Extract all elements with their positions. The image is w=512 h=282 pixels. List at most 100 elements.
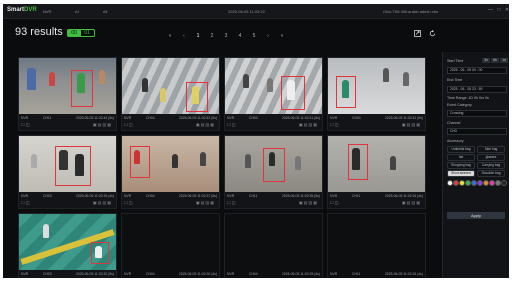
shortcut-1d[interactable]: 1d: [500, 58, 508, 63]
checkbox-icon[interactable]: ☐ ◫: [124, 200, 132, 205]
start-time-field[interactable]: 2025 - 06 - 05 00 : 00: [447, 67, 507, 74]
menu-all[interactable]: All: [103, 9, 107, 14]
tile-camera: CH04: [352, 116, 361, 120]
event-category-select[interactable]: Crossing: [447, 110, 507, 117]
accessory-shoulder-bag[interactable]: Shoulder bag: [477, 170, 505, 177]
menu-ai[interactable]: AI: [75, 9, 79, 14]
tile-actions[interactable]: ▣▤▥▦: [93, 200, 112, 205]
filter-panel: Start Time 3h 6h 1d 2025 - 06 - 05 00 : …: [442, 52, 509, 278]
tile-timestamp: 2025-06-05 11:02:44 (5s): [75, 116, 114, 120]
result-tile[interactable]: NVR CH11 2025-06-05 11:02:34 (4s) ☐ ◫ ▣▤▥▦: [327, 135, 426, 209]
tile-camera: CH11: [43, 116, 52, 120]
tile-channel: NVR: [21, 194, 29, 198]
shortcut-6h[interactable]: 6h: [491, 58, 499, 63]
checkbox-icon[interactable]: ☐ ◫: [330, 122, 338, 127]
result-tile[interactable]: NVR CH11 2025-06-05 11:02:44 (5s) ☐ ◫ ▣▤▥▦: [18, 57, 117, 131]
accessory-shopping-bag[interactable]: Shopping bag: [447, 162, 475, 169]
checkbox-icon[interactable]: ☐ ◫: [124, 122, 132, 127]
accessory-umbrella-bag[interactable]: Umbrella bag: [447, 146, 475, 153]
channel-label: Channel: [447, 121, 461, 125]
tile-timestamp: 2025-06-05 11:02:41 (6s): [281, 116, 320, 120]
result-tile[interactable]: NVRCH032025-06-05 11:02:32 (5s) ☐ ◫▣▤▥▦: [18, 213, 117, 278]
maximize-icon[interactable]: □: [497, 7, 500, 13]
top-bar: SmartDVR NVR AI All 2025-06-05 11:03:22 …: [3, 4, 509, 19]
snapshot-thumbnail: [19, 58, 116, 114]
checkbox-icon[interactable]: ☐ ◫: [21, 200, 29, 205]
result-tile[interactable]: NVR CH04 2025-06-05 11:02:41 (5s) ☐ ◫ ▣▤▥▦: [327, 57, 426, 131]
prev-page-button[interactable]: ‹: [177, 33, 191, 39]
tile-channel: NVR: [330, 272, 338, 276]
checkbox-icon[interactable]: ☐ ◫: [330, 200, 338, 205]
tile-timestamp: 2025-06-05 11:02:26 (4s): [384, 272, 423, 276]
tile-timestamp: 2025-06-05 11:02:35 (5s): [281, 194, 320, 198]
snapshot-thumbnail: [328, 136, 425, 192]
tile-channel: NVR: [21, 116, 29, 120]
tile-actions[interactable]: ▣▤▥▦: [402, 200, 421, 205]
tile-camera: CH03: [43, 194, 52, 198]
snapshot-thumbnail: [225, 136, 322, 192]
page-2-button[interactable]: 2: [205, 33, 219, 39]
result-tile[interactable]: NVR CH04 2025-06-05 11:02:43 (5s) ☐ ◫ ▣▤▥▦: [121, 57, 220, 131]
accessory-short-sleeved-shirt[interactable]: Short-sleeved shirt: [447, 170, 475, 180]
next-page-button[interactable]: ›: [261, 33, 275, 39]
tile-actions[interactable]: ▣▤▥▦: [299, 122, 318, 127]
tile-channel: NVR: [227, 272, 235, 276]
result-tile[interactable]: NVR CH03 2025-06-05 11:02:39 (4s) ☐ ◫ ▣▤▥▦: [18, 135, 117, 209]
tile-channel: NVR: [330, 116, 338, 120]
first-page-button[interactable]: «: [163, 33, 177, 39]
results-badge-secondary[interactable]: 01: [79, 29, 95, 37]
tile-timestamp: 2025-06-05 11:02:32 (5s): [75, 272, 114, 276]
channel-select[interactable]: CH3: [447, 128, 507, 135]
tile-timestamp: 2025-06-05 11:02:29 (4s): [281, 272, 320, 276]
tile-camera: CH04: [249, 116, 258, 120]
end-time-field[interactable]: 2025 - 06 - 05 23 : 59: [447, 86, 507, 93]
tile-actions[interactable]: ▣▤▥▦: [196, 200, 215, 205]
accessory-side-bag[interactable]: Side bag: [477, 146, 505, 153]
tile-actions[interactable]: ▣▤▥▦: [93, 122, 112, 127]
user-info[interactable]: Ohio.T66.Xi8na.abb.admin.xtrs: [383, 9, 438, 14]
export-icon[interactable]: [414, 30, 423, 39]
tile-channel: NVR: [227, 116, 235, 120]
accessory-glasses[interactable]: glasses: [477, 154, 505, 161]
menu-nvr[interactable]: NVR: [43, 9, 51, 14]
app-window: SmartDVR NVR AI All 2025-06-05 11:03:22 …: [3, 4, 509, 278]
tile-channel: NVR: [124, 194, 132, 198]
refresh-icon[interactable]: [429, 29, 436, 39]
result-tile[interactable]: NVR CH04 2025-06-05 11:02:41 (6s) ☐ ◫ ▣▤▥▦: [224, 57, 323, 131]
accessory-carrying-bag[interactable]: Carrying bag: [477, 162, 505, 169]
results-count: 93 results: [15, 26, 63, 38]
tile-camera: CH04: [146, 272, 155, 276]
tile-actions[interactable]: ▣▤▥▦: [196, 122, 215, 127]
start-time-label: Start Time: [447, 59, 464, 63]
result-tile[interactable]: NVRCH042025-06-05 11:02:29 (4s) ☐ ◫▣▤▥▦: [224, 213, 323, 278]
tile-camera: CH04: [146, 194, 155, 198]
snapshot-thumbnail: [225, 58, 322, 114]
tile-channel: NVR: [124, 272, 132, 276]
last-page-button[interactable]: »: [275, 33, 289, 39]
page-1-button[interactable]: 1: [191, 33, 205, 39]
result-tile[interactable]: NVR CH11 2025-06-05 11:02:35 (5s) ☐ ◫ ▣▤▥▦: [224, 135, 323, 209]
tile-timestamp: 2025-06-05 11:02:34 (4s): [384, 194, 423, 198]
snapshot-thumbnail: [122, 136, 219, 192]
checkbox-icon[interactable]: ☐ ◫: [227, 200, 235, 205]
time-range-text: Time Range: 1D 0h 0m 0s: [447, 96, 489, 100]
shortcut-3h[interactable]: 3h: [482, 58, 490, 63]
clock: 2025-06-05 11:03:22: [228, 9, 265, 14]
accessory-hat[interactable]: hat: [447, 154, 475, 161]
checkbox-icon[interactable]: ☐ ◫: [21, 122, 29, 127]
page-4-button[interactable]: 4: [233, 33, 247, 39]
tile-timestamp: 2025-06-05 11:02:30 (4s): [178, 272, 217, 276]
close-icon[interactable]: ✕: [505, 7, 509, 13]
page-3-button[interactable]: 3: [219, 33, 233, 39]
pagination: «‹ 1 2 3 4 5 ›»: [163, 33, 289, 39]
tile-actions[interactable]: ▣▤▥▦: [299, 200, 318, 205]
result-tile[interactable]: NVRCH112025-06-05 11:02:26 (4s) ☐ ◫▣▤▥▦: [327, 213, 426, 278]
result-tile[interactable]: NVRCH042025-06-05 11:02:30 (4s) ☐ ◫▣▤▥▦: [121, 213, 220, 278]
result-tile[interactable]: NVR CH04 2025-06-05 11:02:37 (5s) ☐ ◫ ▣▤▥▦: [121, 135, 220, 209]
apply-button[interactable]: Apply: [447, 212, 505, 219]
minimize-icon[interactable]: —: [488, 7, 493, 13]
tile-actions[interactable]: ▣▤▥▦: [402, 122, 421, 127]
page-5-button[interactable]: 5: [247, 33, 261, 39]
color-swatch[interactable]: [501, 180, 507, 186]
checkbox-icon[interactable]: ☐ ◫: [227, 122, 235, 127]
